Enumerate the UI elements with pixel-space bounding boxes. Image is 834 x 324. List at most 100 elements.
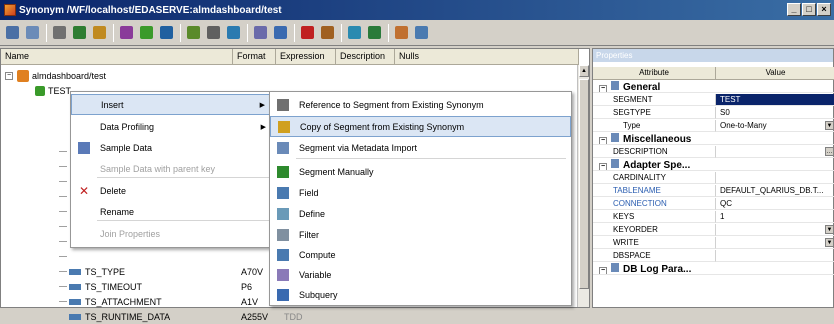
property-value[interactable]: [716, 172, 834, 184]
property-row[interactable]: Type One-to-Many ▼: [593, 120, 834, 132]
tree-segment-row[interactable]: TEST: [35, 83, 71, 98]
impact-button[interactable]: [345, 23, 364, 42]
compute-icon: [277, 248, 289, 261]
property-value[interactable]: [716, 250, 834, 262]
join-button[interactable]: [90, 23, 109, 42]
tree-root-row[interactable]: − almdashboard/test: [5, 68, 106, 83]
property-row[interactable]: KEYORDER ▼: [593, 224, 834, 236]
collapse-icon[interactable]: −: [5, 71, 13, 80]
property-value[interactable]: S0: [716, 107, 834, 119]
menu-item-label: Sample Data with parent key: [100, 163, 216, 174]
property-group[interactable]: − Miscellaneous: [593, 133, 834, 145]
dropdown-icon[interactable]: ▼: [825, 238, 834, 247]
property-row[interactable]: TABLENAME DEFAULT_QLARIUS_DB.T...: [593, 185, 834, 197]
column-description[interactable]: Description: [336, 49, 395, 65]
delete-icon: ✕: [78, 183, 90, 198]
column-format[interactable]: Format: [233, 49, 276, 65]
context-menu: Insert ▶ Data Profiling ▶ Sample Data Sample …: [70, 91, 273, 248]
sample-data-button[interactable]: [318, 23, 337, 42]
submenu-item-variable[interactable]: Variable: [270, 264, 571, 285]
property-row[interactable]: WRITE ▼: [593, 237, 834, 249]
submenu-item-filter[interactable]: Filter: [270, 224, 571, 245]
context-menu-item-rename[interactable]: Rename: [71, 201, 272, 222]
delete-button[interactable]: [298, 23, 317, 42]
submenu-item-segment-via-metadata-import[interactable]: Segment via Metadata Import: [270, 137, 571, 158]
save-button[interactable]: [3, 23, 22, 42]
filter-button[interactable]: [204, 23, 223, 42]
synonym-icon: [17, 69, 29, 82]
submenu-item-define[interactable]: Define: [270, 203, 571, 224]
value-header[interactable]: Value: [716, 67, 834, 79]
submenu-item-segment-manually[interactable]: Segment Manually: [270, 161, 571, 182]
submenu-item-compute[interactable]: Compute: [270, 244, 571, 265]
property-attribute: CONNECTION: [593, 198, 716, 210]
scroll-thumb[interactable]: [579, 79, 589, 289]
grid-button[interactable]: [365, 23, 384, 42]
property-value-text: DEFAULT_QLARIUS_DB.T...: [720, 186, 824, 195]
grid-scrollbar[interactable]: ▲: [577, 65, 589, 307]
property-row[interactable]: CONNECTION QC: [593, 198, 834, 210]
save-all-button[interactable]: [23, 23, 42, 42]
property-value[interactable]: One-to-Many ▼: [716, 120, 834, 132]
property-value[interactable]: 1: [716, 211, 834, 223]
property-value[interactable]: ▼: [716, 237, 834, 249]
property-row[interactable]: KEYS 1: [593, 211, 834, 223]
collapse-icon[interactable]: −: [599, 163, 607, 170]
property-row[interactable]: DESCRIPTION…: [593, 146, 834, 158]
context-menu-item-insert[interactable]: Insert ▶: [71, 94, 272, 115]
compute-icon: [227, 26, 240, 39]
variable-button[interactable]: [271, 23, 290, 42]
minimize-button[interactable]: _: [787, 3, 801, 16]
sort-button[interactable]: [251, 23, 270, 42]
submenu-item-subquery[interactable]: Subquery: [270, 284, 571, 305]
dimension-button[interactable]: [137, 23, 156, 42]
field-button[interactable]: [157, 23, 176, 42]
property-group[interactable]: − DB Log Para...: [593, 263, 834, 275]
property-group[interactable]: − General: [593, 81, 834, 93]
property-row[interactable]: DBSPACE: [593, 250, 834, 262]
segment-button[interactable]: [70, 23, 89, 42]
dropdown-icon[interactable]: ▼: [825, 121, 834, 130]
collapse-icon[interactable]: −: [599, 267, 607, 274]
property-value-text: S0: [720, 108, 730, 117]
column-expression[interactable]: Expression: [276, 49, 336, 65]
close-button[interactable]: ×: [817, 3, 831, 16]
collapse-icon[interactable]: −: [599, 137, 607, 144]
property-row[interactable]: CARDINALITY: [593, 172, 834, 184]
scroll-up-button[interactable]: ▲: [579, 65, 589, 77]
context-menu-item-data-profiling[interactable]: Data Profiling ▶: [71, 116, 272, 137]
submenu-item-reference-to-segment-from-existing-synonym[interactable]: Reference to Segment from Existing Synon…: [270, 94, 571, 115]
sql-button[interactable]: [392, 23, 411, 42]
tree-line: [59, 301, 67, 302]
attribute-header[interactable]: Attribute: [593, 67, 716, 79]
segment-icon: [35, 85, 45, 96]
property-value[interactable]: ▼: [716, 224, 834, 236]
context-menu-item-delete[interactable]: ✕ Delete: [71, 180, 272, 201]
submenu-item-field[interactable]: Field: [270, 182, 571, 203]
property-row[interactable]: SEGMENT TEST: [593, 94, 834, 106]
print-button[interactable]: [50, 23, 69, 42]
tree-line: [59, 286, 67, 287]
dropdown-icon[interactable]: ▼: [825, 225, 834, 234]
define-button[interactable]: [184, 23, 203, 42]
ellipsis-button[interactable]: …: [825, 147, 834, 156]
property-value[interactable]: TEST: [716, 94, 834, 106]
maximize-button[interactable]: □: [802, 3, 816, 16]
column-name[interactable]: Name: [1, 49, 233, 65]
property-row[interactable]: SEGTYPE S0: [593, 107, 834, 119]
property-group[interactable]: − Adapter Spe...: [593, 159, 834, 171]
collapse-icon[interactable]: −: [599, 85, 607, 92]
compute-button[interactable]: [224, 23, 243, 42]
submenu-item-copy-of-segment-from-existing-synonym[interactable]: Copy of Segment from Existing Synonym: [270, 116, 571, 137]
column-nulls[interactable]: Nulls: [395, 49, 579, 65]
property-value[interactable]: DEFAULT_QLARIUS_DB.T...: [716, 185, 834, 197]
property-value[interactable]: QC: [716, 198, 834, 210]
properties-button[interactable]: [412, 23, 431, 42]
context-menu-item-sample-data[interactable]: Sample Data: [71, 137, 272, 158]
metadata-import-icon: [277, 141, 289, 154]
table-row[interactable]: TS_RUNTIME_DATA A255V TDD: [69, 309, 569, 324]
group-header: − DB Log Para...: [593, 263, 716, 275]
property-value[interactable]: …: [716, 146, 834, 158]
menu-separator: [97, 177, 269, 178]
cluster-button[interactable]: [117, 23, 136, 42]
